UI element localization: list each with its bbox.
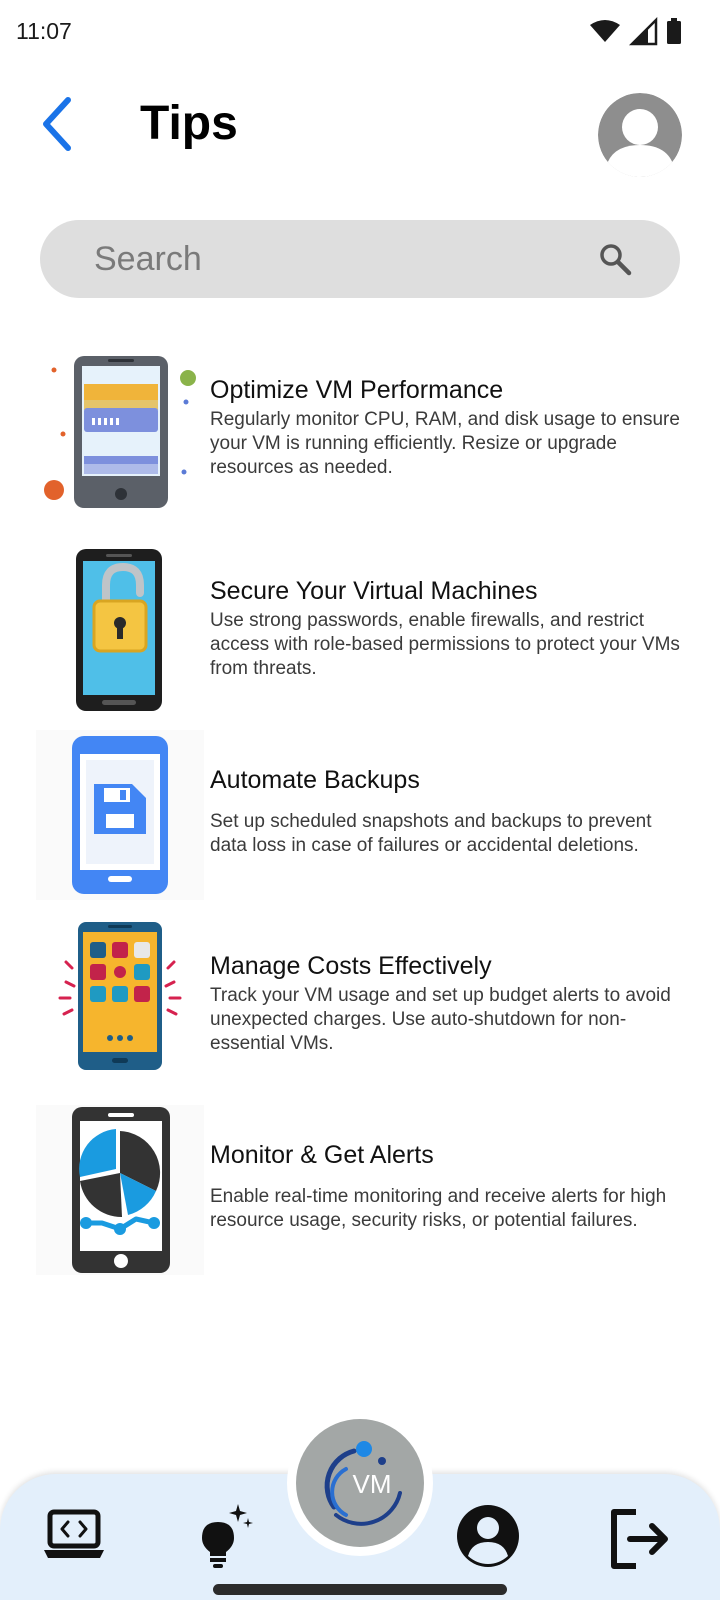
tip-item-automate-backups[interactable]: Automate Backups Set up scheduled snapsh…	[0, 730, 720, 900]
user-avatar-icon	[598, 93, 682, 177]
page-title: Tips	[140, 97, 238, 150]
chevron-left-icon	[43, 97, 71, 151]
tip-description: Track your VM usage and set up budget al…	[210, 985, 671, 1054]
status-bar: 11:07	[0, 0, 720, 64]
phone-padlock-icon	[76, 549, 162, 711]
tip-description: Enable real-time monitoring and receive …	[210, 1186, 667, 1231]
tip-description: Regularly monitor CPU, RAM, and disk usa…	[210, 409, 680, 478]
home-indicator[interactable]	[213, 1584, 507, 1595]
tip-item-secure-vms[interactable]: Secure Your Virtual Machines Use strong …	[0, 545, 720, 715]
phone-save-icon	[36, 730, 204, 900]
search-placeholder: Search	[94, 240, 202, 278]
search-icon[interactable]	[598, 242, 632, 276]
status-icons	[590, 16, 681, 46]
lightbulb-sparkle-icon	[202, 1504, 253, 1568]
nav-vms-button[interactable]	[38, 1502, 110, 1574]
nav-tips-button[interactable]	[188, 1500, 260, 1572]
nav-profile-button[interactable]	[452, 1500, 524, 1572]
battery-icon	[667, 18, 681, 44]
back-button[interactable]	[36, 92, 84, 156]
tip-description: Set up scheduled snapshots and backups t…	[210, 811, 652, 856]
tip-title: Monitor & Get Alerts	[210, 1141, 434, 1169]
vm-logo-icon: VM	[324, 1441, 402, 1526]
tip-title: Manage Costs Effectively	[210, 952, 492, 980]
logout-icon	[611, 1509, 668, 1569]
status-time: 11:07	[16, 18, 72, 44]
user-circle-icon	[457, 1505, 519, 1567]
vm-fab-inner: VM	[296, 1419, 424, 1547]
tip-item-optimize-performance[interactable]: Optimize VM Performance Regularly monito…	[0, 350, 720, 510]
tip-title: Secure Your Virtual Machines	[210, 577, 538, 605]
tip-description: Use strong passwords, enable firewalls, …	[210, 610, 680, 679]
cellular-signal-icon	[628, 16, 658, 46]
vm-fab-label: VM	[353, 1469, 392, 1499]
tip-item-manage-costs[interactable]: Manage Costs Effectively Track your VM u…	[0, 920, 720, 1080]
tip-item-monitor-alerts[interactable]: Monitor & Get Alerts Enable real-time mo…	[0, 1105, 720, 1275]
wifi-icon	[590, 20, 620, 42]
vm-fab-button[interactable]: VM	[287, 1410, 433, 1556]
tip-title: Automate Backups	[210, 766, 420, 794]
phone-apps-icon	[58, 922, 182, 1070]
phone-chart-icon	[36, 1105, 204, 1275]
laptop-code-icon	[44, 1509, 104, 1558]
phone-card-icon	[44, 356, 196, 508]
nav-logout-button[interactable]	[606, 1504, 678, 1576]
profile-avatar-button[interactable]	[598, 93, 682, 177]
search-input[interactable]: Search	[40, 220, 680, 298]
tip-title: Optimize VM Performance	[210, 376, 504, 404]
